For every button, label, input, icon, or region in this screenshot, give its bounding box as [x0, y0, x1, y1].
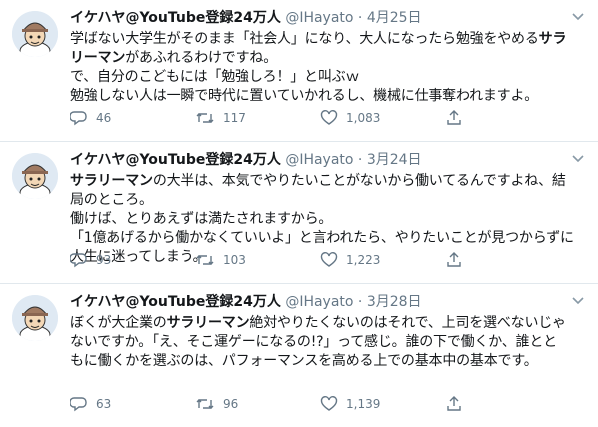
- tweet[interactable]: イケハヤ@YouTube登録24万人 @IHayato · 3月24日 サラリー…: [0, 142, 598, 284]
- tweet-text-line: 局のところ。: [70, 191, 586, 210]
- tweet-text-line: で、自分のこどもには「勉強しろ！」と叫ぶｗ: [70, 68, 586, 87]
- tweet-text-line: リーマンがあふれるわけですね。: [70, 49, 586, 68]
- tweet-actions: 93 103 1,223: [70, 251, 510, 269]
- text-segment: 局のところ。: [70, 192, 153, 208]
- retweet-count: 103: [223, 253, 246, 267]
- text-segment: があふれるわけですね。: [125, 50, 278, 66]
- retweet-count: 96: [223, 397, 239, 411]
- text-segment: 働けば、とりあえずは満たされますから。: [70, 211, 333, 227]
- tweet-header: イケハヤ@YouTube登録24万人 @IHayato · 4月25日: [70, 9, 586, 27]
- tweet[interactable]: イケハヤ@YouTube登録24万人 @IHayato · 3月28日 ぼくが大…: [0, 284, 598, 427]
- share-button[interactable]: [445, 109, 475, 127]
- tweet-date[interactable]: 4月25日: [367, 10, 422, 26]
- like-button[interactable]: 1,083: [320, 109, 445, 127]
- tweet-text-line: 勉強しない人は一瞬で時代に置いていかれるし、機械に仕事奪われますよ。: [70, 87, 586, 106]
- user-handle[interactable]: @IHayato: [285, 152, 353, 168]
- tweet-actions: 63 96 1,139: [70, 395, 510, 413]
- tweet-text-line: もに働くかを選ぶのは、パフォーマンスを高める上での基本中の基本です。: [70, 352, 586, 371]
- display-name[interactable]: イケハヤ@YouTube登録24万人: [70, 10, 281, 26]
- heart-icon: [320, 110, 338, 125]
- reply-count: 63: [96, 397, 112, 411]
- share-icon: [447, 110, 461, 125]
- chevron-down-icon[interactable]: [572, 294, 584, 308]
- text-segment: 勉強しない人は一瞬で時代に置いていかれるし、機械に仕事奪われますよ。: [70, 88, 539, 104]
- tweet-text-line: サラリーマンの大半は、本気でやりたいことがないから働いてるんですよね、結: [70, 172, 586, 191]
- text-segment: 絶対やりたくないのはそれで、上司を選べないじゃ: [249, 315, 566, 331]
- text-segment: もに働くかを選ぶのは、パフォーマンスを高める上での基本中の基本です。: [70, 353, 538, 369]
- avatar[interactable]: [12, 295, 58, 341]
- reply-button[interactable]: 93: [70, 251, 195, 269]
- heart-icon: [320, 396, 338, 411]
- display-name[interactable]: イケハヤ@YouTube登録24万人: [70, 294, 281, 310]
- timeline: イケハヤ@YouTube登録24万人 @IHayato · 4月25日 学ばない…: [0, 0, 598, 427]
- share-button[interactable]: [445, 251, 475, 269]
- separator-dot: ·: [357, 10, 363, 26]
- heart-icon: [320, 252, 338, 267]
- share-icon: [447, 252, 461, 267]
- text-segment: 「1億あげるから働かなくていいよ」と言われたら、やりたいことが見つからずに: [70, 230, 574, 246]
- tweet-text: ぼくが大企業のサラリーマン絶対やりたくないのはそれで、上司を選べないじゃ ないです…: [70, 314, 586, 371]
- reply-count: 93: [96, 253, 112, 267]
- user-handle[interactable]: @IHayato: [285, 294, 353, 310]
- user-handle[interactable]: @IHayato: [285, 10, 353, 26]
- retweet-icon: [196, 255, 214, 265]
- text-segment: ないですか。「え、そこ運ゲーになるの!?」って感じ。誰の下で働くか、誰とと: [70, 334, 557, 350]
- text-segment: 学ばない大学生がそのまま「社会人」になり、大人になったら勉強をやめる: [70, 31, 539, 47]
- retweet-button[interactable]: 103: [195, 251, 320, 269]
- tweet-date[interactable]: 3月24日: [367, 152, 422, 168]
- reply-count: 46: [96, 111, 112, 125]
- like-button[interactable]: 1,223: [320, 251, 445, 269]
- retweet-icon: [196, 399, 214, 409]
- retweet-icon: [196, 113, 214, 123]
- highlighted-keyword: サラ: [538, 31, 567, 47]
- tweet-header: イケハヤ@YouTube登録24万人 @IHayato · 3月24日: [70, 151, 586, 169]
- tweet-text-line: ないですか。「え、そこ運ゲーになるの!?」って感じ。誰の下で働くか、誰とと: [70, 333, 586, 352]
- share-button[interactable]: [445, 395, 475, 413]
- reply-icon: [70, 253, 87, 268]
- text-segment: で、自分のこどもには「勉強しろ！」と叫ぶｗ: [70, 69, 360, 85]
- avatar[interactable]: [12, 153, 58, 199]
- tweet[interactable]: イケハヤ@YouTube登録24万人 @IHayato · 4月25日 学ばない…: [0, 0, 598, 142]
- tweet-text-line: 「1億あげるから働かなくていいよ」と言われたら、やりたいことが見つからずに: [70, 229, 586, 248]
- reply-icon: [70, 111, 87, 126]
- highlighted-keyword: サラリーマン: [166, 315, 250, 331]
- retweet-count: 117: [223, 111, 246, 125]
- highlighted-keyword: サラリーマン: [70, 173, 153, 189]
- tweet-text-line: 学ばない大学生がそのまま「社会人」になり、大人になったら勉強をやめるサラ: [70, 30, 586, 49]
- tweet-actions: 46 117 1,083: [70, 109, 510, 127]
- chevron-down-icon[interactable]: [572, 152, 584, 166]
- tweet-text: 学ばない大学生がそのまま「社会人」になり、大人になったら勉強をやめるサラ リーマン…: [70, 30, 586, 106]
- chevron-down-icon[interactable]: [572, 10, 584, 24]
- highlighted-keyword: リーマン: [70, 50, 126, 66]
- like-count: 1,083: [346, 111, 381, 125]
- reply-button[interactable]: 46: [70, 109, 195, 127]
- tweet-date[interactable]: 3月28日: [367, 294, 422, 310]
- tweet-header: イケハヤ@YouTube登録24万人 @IHayato · 3月28日: [70, 293, 586, 311]
- reply-icon: [70, 397, 87, 412]
- like-count: 1,139: [346, 397, 381, 411]
- reply-button[interactable]: 63: [70, 395, 195, 413]
- text-segment: ぼくが大企業の: [70, 315, 167, 331]
- avatar[interactable]: [12, 11, 58, 57]
- retweet-button[interactable]: 117: [195, 109, 320, 127]
- separator-dot: ·: [357, 294, 363, 310]
- like-count: 1,223: [346, 253, 381, 267]
- separator-dot: ·: [357, 152, 363, 168]
- retweet-button[interactable]: 96: [195, 395, 320, 413]
- tweet-text-line: 働けば、とりあえずは満たされますから。: [70, 210, 586, 229]
- like-button[interactable]: 1,139: [320, 395, 445, 413]
- tweet-text-line: ぼくが大企業のサラリーマン絶対やりたくないのはそれで、上司を選べないじゃ: [70, 314, 586, 333]
- share-icon: [447, 396, 461, 411]
- display-name[interactable]: イケハヤ@YouTube登録24万人: [70, 152, 281, 168]
- text-segment: の大半は、本気でやりたいことがないから働いてるんですよね、結: [152, 173, 566, 189]
